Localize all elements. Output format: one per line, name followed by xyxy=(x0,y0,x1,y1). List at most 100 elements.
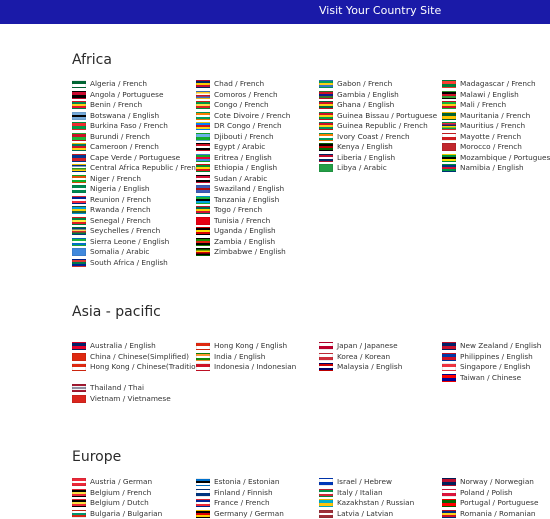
country-link[interactable]: Tunisia / French xyxy=(196,216,270,226)
country-link[interactable]: Senegal / French xyxy=(72,216,151,226)
country-link[interactable]: Mauritius / French xyxy=(442,121,525,131)
country-link[interactable]: Latvia / Latvian xyxy=(319,509,393,519)
country-link[interactable]: Congo / French xyxy=(196,100,269,110)
country-link[interactable]: Austria / German xyxy=(72,477,152,487)
country-link-label: Cameroon / French xyxy=(90,142,159,151)
dr-congo-flag-icon xyxy=(196,122,210,130)
country-link[interactable]: Burkina Faso / French xyxy=(72,121,168,131)
country-link[interactable]: Comoros / French xyxy=(196,90,278,100)
country-link[interactable]: Rwanda / French xyxy=(72,205,151,215)
country-link[interactable]: Algeria / French xyxy=(72,79,147,89)
country-link[interactable]: Ghana / English xyxy=(319,100,394,110)
country-link[interactable]: Malaysia / English xyxy=(319,362,402,372)
country-link[interactable]: Benin / French xyxy=(72,100,142,110)
cape-verde-flag-icon xyxy=(72,153,86,162)
country-link[interactable]: Ethiopia / English xyxy=(196,163,277,173)
country-link[interactable]: Philippines / English xyxy=(442,352,533,362)
country-link[interactable]: Burundi / French xyxy=(72,132,150,142)
country-link[interactable]: Ivory Coast / French xyxy=(319,132,410,142)
country-link[interactable]: Australia / English xyxy=(72,341,156,351)
country-link[interactable]: Namibia / English xyxy=(442,163,524,173)
guinea-flag-icon xyxy=(319,122,333,130)
country-link[interactable]: Togo / French xyxy=(196,205,262,215)
country-link[interactable]: Eritrea / English xyxy=(196,153,272,163)
norway-flag-icon xyxy=(442,478,456,486)
swaziland-flag-icon xyxy=(196,185,210,193)
country-link[interactable]: Reunion / French xyxy=(72,195,151,205)
germany-flag-icon xyxy=(196,509,210,518)
country-link-label: Benin / French xyxy=(90,100,143,109)
country-link-label: Cote Divoire / French xyxy=(214,110,291,120)
country-link[interactable]: Chad / French xyxy=(196,79,264,89)
country-link[interactable]: Botswana / English xyxy=(72,111,159,121)
country-link[interactable]: France / French xyxy=(196,498,270,508)
country-link[interactable]: Romania / Romanian xyxy=(442,509,536,519)
country-link[interactable]: Gambia / English xyxy=(319,90,399,100)
country-link[interactable]: Libya / Arabic xyxy=(319,163,387,173)
country-link[interactable]: Hong Kong / Chinese(Traditional) xyxy=(72,362,210,372)
country-link[interactable]: Japan / Japanese xyxy=(319,341,398,351)
country-link[interactable]: Niger / French xyxy=(72,174,141,184)
country-link[interactable]: Guinea Republic / French xyxy=(319,121,428,131)
country-link[interactable]: Tanzania / English xyxy=(196,195,279,205)
country-link[interactable]: Central Africa Republic / French xyxy=(72,163,205,173)
country-link[interactable]: Somalia / Arabic xyxy=(72,247,149,257)
country-link-label: Algeria / French xyxy=(90,79,147,88)
country-link[interactable]: Mozambique / Portuguese xyxy=(442,153,550,163)
country-link[interactable]: Mali / French xyxy=(442,100,506,110)
country-link[interactable]: Taiwan / Chinese xyxy=(442,373,521,383)
country-link[interactable]: Malawi / English xyxy=(442,90,519,100)
country-link[interactable]: Kenya / English xyxy=(319,142,393,152)
country-link[interactable]: Bulgaria / Bulgarian xyxy=(72,509,162,519)
country-link-label: Togo / French xyxy=(214,205,263,214)
country-link[interactable]: Belgium / Dutch xyxy=(72,498,149,508)
country-link[interactable]: DR Congo / French xyxy=(196,121,282,131)
country-link[interactable]: China / Chinese(Simplified) xyxy=(72,352,189,362)
country-link[interactable]: Israel / Hebrew xyxy=(319,477,392,487)
country-link[interactable]: Djibouti / French xyxy=(196,132,274,142)
country-link-label: Sudan / Arabic xyxy=(214,173,268,183)
country-link[interactable]: Korea / Korean xyxy=(319,352,390,362)
country-link[interactable]: Portugal / Portuguese xyxy=(442,498,538,508)
country-link[interactable]: Estonia / Estonian xyxy=(196,477,279,487)
country-link[interactable]: Vietnam / Vietnamese xyxy=(72,394,171,404)
country-link[interactable]: Singapore / English xyxy=(442,362,530,372)
country-link[interactable]: Finland / Finnish xyxy=(196,488,273,498)
country-link[interactable]: Liberia / English xyxy=(319,153,395,163)
country-link[interactable]: India / English xyxy=(196,352,265,362)
country-link-label: Eritrea / English xyxy=(214,152,272,162)
guinea-bissau-flag-icon xyxy=(319,111,333,120)
country-link[interactable]: New Zealand / English xyxy=(442,341,541,351)
country-link[interactable]: Seychelles / French xyxy=(72,226,160,236)
country-link[interactable]: Sudan / Arabic xyxy=(196,174,267,184)
country-link[interactable]: South Africa / English xyxy=(72,258,168,268)
country-link[interactable]: Egypt / Arabic xyxy=(196,142,265,152)
country-link[interactable]: Madagascar / French xyxy=(442,79,536,89)
country-link[interactable]: Norway / Norwegian xyxy=(442,477,534,487)
country-link[interactable]: Angola / Portuguese xyxy=(72,90,163,100)
country-link-label: Egypt / Arabic xyxy=(214,142,266,151)
country-link[interactable]: Nigeria / English xyxy=(72,184,150,194)
country-link[interactable]: Cameroon / French xyxy=(72,142,159,152)
country-link[interactable]: Hong Kong / English xyxy=(196,341,287,351)
country-link[interactable]: Sierra Leone / English xyxy=(72,237,169,247)
country-link[interactable]: Uganda / English xyxy=(196,226,276,236)
country-link[interactable]: Indonesia / Indonesian xyxy=(196,362,296,372)
country-link[interactable]: Morocco / French xyxy=(442,142,522,152)
country-link[interactable]: Mayotte / French xyxy=(442,132,521,142)
country-link[interactable]: Guinea Bissau / Portuguese xyxy=(319,111,437,121)
country-link-label: China / Chinese(Simplified) xyxy=(90,351,189,361)
country-link[interactable]: Italy / Italian xyxy=(319,488,383,498)
country-link[interactable]: Cote Divoire / French xyxy=(196,111,290,121)
country-link[interactable]: Cape Verde / Portuguese xyxy=(72,153,180,163)
country-link[interactable]: Swaziland / English xyxy=(196,184,284,194)
country-link[interactable]: Kazakhstan / Russian xyxy=(319,498,414,508)
country-link[interactable]: Gabon / French xyxy=(319,79,392,89)
country-link[interactable]: Belgium / French xyxy=(72,488,151,498)
country-link[interactable]: Zambia / English xyxy=(196,237,275,247)
country-link[interactable]: Mauritania / French xyxy=(442,111,530,121)
country-link[interactable]: Zimbabwe / English xyxy=(196,247,286,257)
country-link[interactable]: Poland / Polish xyxy=(442,488,513,498)
country-link[interactable]: Thailand / Thai xyxy=(72,383,144,393)
country-link[interactable]: Germany / German xyxy=(196,509,284,519)
